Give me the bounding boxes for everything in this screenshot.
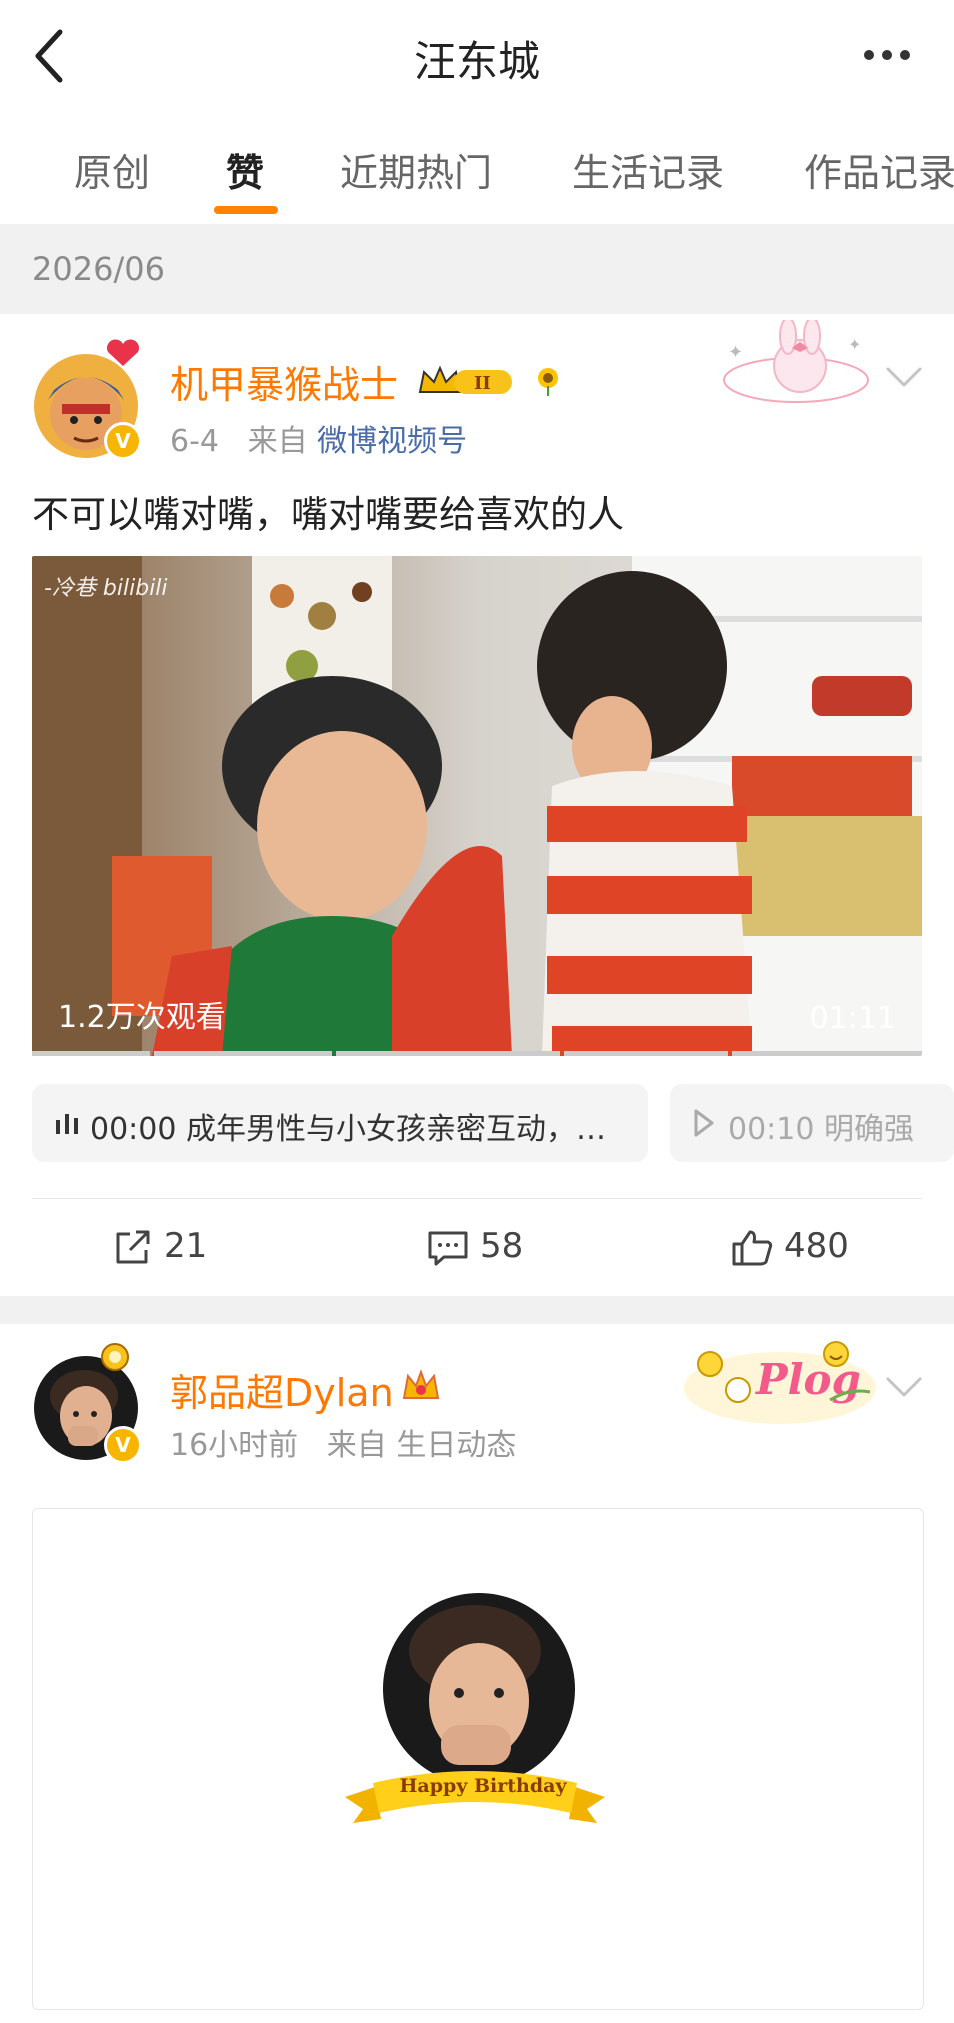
thumbs-up-icon [732, 1230, 773, 1265]
tab-bar: 原创 赞 近期热门 生活记录 作品记录 [0, 112, 954, 224]
date-label: 2026/06 [32, 250, 165, 288]
page-title: 汪东城 [413, 37, 540, 86]
share-count: 21 [164, 1226, 208, 1266]
post-source[interactable]: 生日动态 [396, 1428, 516, 1463]
video-watermark: -冷巷 bilibili [44, 576, 168, 601]
chapter-text: 明确强 [824, 1112, 915, 1147]
divider [32, 1198, 922, 1199]
video-view-count: 1.2万次观看 [58, 1000, 226, 1035]
gold-crown-badge-icon [402, 1369, 440, 1399]
post-separator [0, 1296, 954, 1324]
decoration-badge-icon [101, 1343, 129, 1371]
chapter-time: 00:10 [728, 1112, 815, 1147]
comment-icon [428, 1231, 468, 1265]
post-source[interactable]: 微博视频号 [317, 424, 467, 459]
chapter-segment [154, 1051, 332, 1056]
author-name[interactable]: 机甲暴猴战士 [170, 354, 398, 409]
top-bar: 汪东城 [0, 0, 954, 113]
chapter-text: 成年男性与小女孩亲密互动，… [186, 1112, 607, 1147]
play-icon [694, 1109, 714, 1137]
comment-button[interactable]: 58 [426, 1226, 523, 1268]
date-header: 2026/06 [0, 224, 954, 314]
comment-count: 58 [480, 1226, 524, 1266]
sunflower-icon [538, 368, 558, 396]
author-name[interactable]: 郭品超Dylan [170, 1362, 394, 1417]
chapter-chip[interactable]: 00:00 成年男性与小女孩亲密互动，… [32, 1084, 648, 1162]
plog-sticker-icon: Plog [684, 1341, 876, 1424]
tab-life-records[interactable]: 生活记录 [572, 142, 724, 197]
chapter-segment [564, 1051, 728, 1056]
from-label: 来自 [326, 1428, 387, 1463]
heart-decoration-icon [107, 339, 139, 366]
verified-badge-icon: V [104, 422, 142, 460]
video-thumbnail [32, 556, 922, 1056]
post-meta: 16小时前 来自 生日动态 [170, 1420, 516, 1464]
tab-original[interactable]: 原创 [74, 142, 150, 197]
tab-liked[interactable]: 赞 [226, 142, 264, 197]
svg-text:✦: ✦ [728, 342, 743, 363]
tab-work-records[interactable]: 作品记录 [804, 142, 954, 197]
birthday-banner-text: Happy Birthday [399, 1775, 567, 1797]
post-meta: 6-4 来自 微博视频号 [170, 416, 467, 460]
chapter-segment [32, 1051, 150, 1056]
tab-recent-popular[interactable]: 近期热门 [340, 142, 492, 197]
audio-bars-icon [56, 1114, 78, 1134]
from-label: 来自 [247, 424, 308, 459]
chapter-time: 00:00 [90, 1112, 177, 1147]
chapter-segment [336, 1051, 560, 1056]
birthday-card[interactable]: Happy Birthday [32, 1508, 924, 2010]
verified-badge-icon: V [104, 1426, 142, 1464]
video-duration: 01:11 [809, 1001, 896, 1036]
active-tab-indicator [214, 206, 278, 214]
svg-text:II: II [474, 373, 491, 394]
post-text: 不可以嘴对嘴，嘴对嘴要给喜欢的人 [32, 493, 624, 536]
svg-text:✦: ✦ [848, 335, 861, 354]
bunny-sticker-icon: ✦ ✦ [723, 320, 869, 403]
chapter-segment [732, 1051, 922, 1056]
vip-crown-badge-icon: II [418, 365, 512, 394]
more-options-icon[interactable] [860, 40, 920, 70]
post-time: 6-4 [170, 424, 219, 459]
chapter-chip[interactable]: 00:10 明确强 [670, 1084, 954, 1162]
like-count: 480 [784, 1226, 849, 1266]
chevron-down-icon[interactable] [884, 1374, 924, 1400]
video-player[interactable]: -冷巷 bilibili 1.2万次观看 01:11 [32, 556, 922, 1056]
chevron-down-icon[interactable] [884, 364, 924, 390]
share-button[interactable]: 21 [112, 1226, 207, 1268]
post-time: 16小时前 [170, 1428, 299, 1463]
share-icon [116, 1230, 150, 1263]
like-button[interactable]: 480 [730, 1226, 849, 1268]
